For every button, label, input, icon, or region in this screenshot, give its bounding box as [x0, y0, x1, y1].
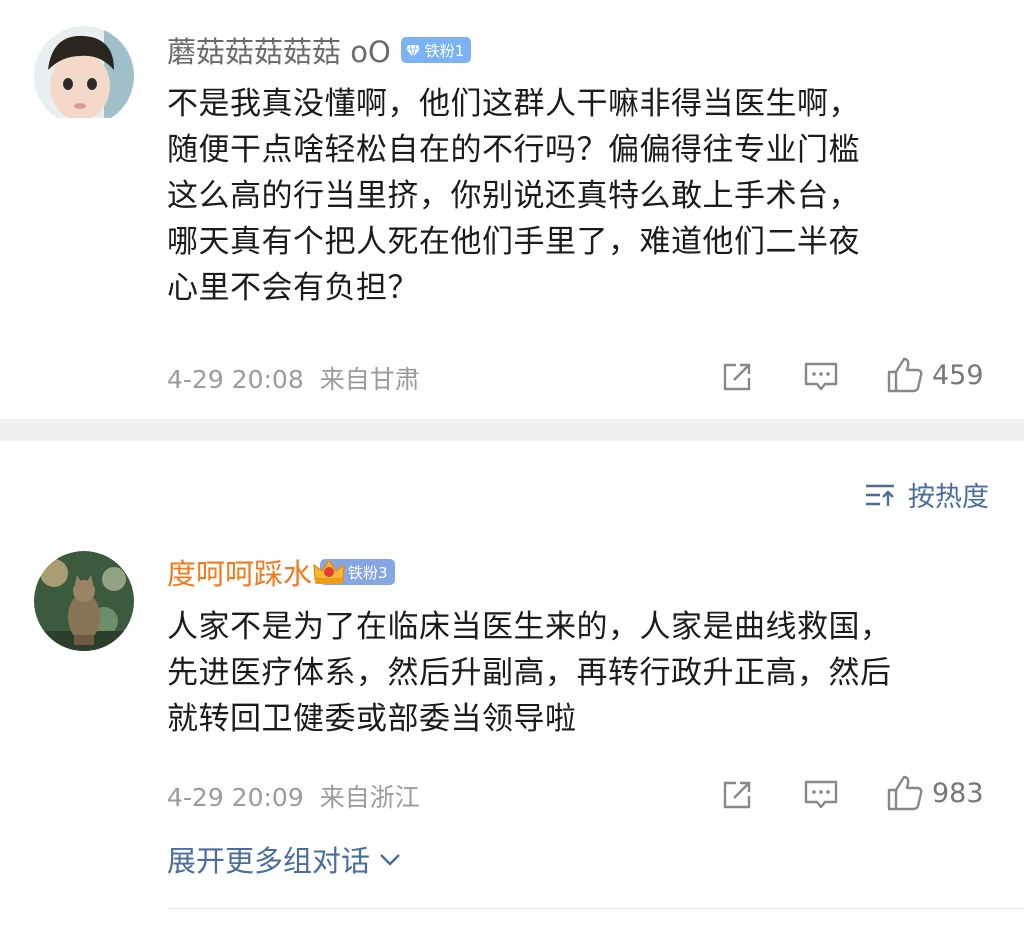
- divider: [167, 908, 1024, 909]
- share-button[interactable]: [720, 778, 754, 812]
- expand-label: 展开更多组对话: [167, 844, 371, 878]
- section-divider: [0, 419, 1024, 441]
- sort-icon: [866, 484, 894, 506]
- crown-icon: [313, 558, 345, 584]
- sort-label: 按热度: [908, 482, 989, 513]
- comment-item: 蘑菇菇菇菇菇 oO 铁粉1 不是我真没懂啊，他们这群人干嘛非得当医生啊， 随便干…: [0, 0, 1024, 419]
- fan-badge[interactable]: 铁粉3: [313, 558, 395, 585]
- reply-button[interactable]: [803, 360, 839, 394]
- thumbs-up-icon: [887, 357, 923, 393]
- comment-meta: 4-29 20:09 来自浙江: [167, 778, 420, 814]
- thumbs-up-icon: [887, 775, 923, 811]
- diamond-icon: [405, 44, 420, 58]
- avatar-image: [34, 26, 134, 126]
- like-button[interactable]: 983: [886, 774, 984, 812]
- comment-location: 来自甘肃: [319, 365, 420, 394]
- like-button[interactable]: 459: [886, 356, 984, 394]
- comment-icon: [804, 362, 838, 391]
- comment-time: 4-29 20:09: [167, 783, 304, 812]
- chevron-down-icon: [380, 854, 400, 866]
- expand-conversation-link[interactable]: 展开更多组对话: [167, 838, 404, 880]
- comment-header: 蘑菇菇菇菇菇 oO 铁粉1: [167, 29, 472, 71]
- username[interactable]: 蘑菇菇菇菇菇 oO: [167, 29, 391, 71]
- sort-button[interactable]: 按热度: [864, 475, 989, 514]
- like-count: 459: [932, 359, 984, 391]
- badge-label: 铁粉3: [348, 563, 388, 582]
- comment-meta: 4-29 20:08 来自甘肃: [167, 360, 420, 396]
- comment-item: 度呵呵踩水 铁粉3 人家不是为了在临床当医生来的，人家是曲线救国， 先进医疗体系…: [0, 530, 1024, 830]
- share-button[interactable]: [720, 360, 754, 394]
- avatar-image: [34, 551, 134, 651]
- comment-time: 4-29 20:08: [167, 365, 304, 394]
- comment-location: 来自浙江: [319, 783, 420, 812]
- comment-text: 不是我真没懂啊，他们这群人干嘛非得当医生啊， 随便干点啥轻松自在的不行吗？偏偏得…: [167, 86, 860, 306]
- avatar[interactable]: [34, 551, 134, 651]
- share-icon: [723, 781, 751, 809]
- like-count: 983: [932, 777, 984, 809]
- reply-button[interactable]: [803, 778, 839, 812]
- share-icon: [723, 363, 751, 391]
- comment-icon: [804, 780, 838, 809]
- comment-header: 度呵呵踩水 铁粉3: [167, 552, 395, 592]
- badge-label: 铁粉1: [424, 41, 465, 60]
- username[interactable]: 度呵呵踩水: [167, 551, 312, 593]
- comment-text: 人家不是为了在临床当医生来的，人家是曲线救国， 先进医疗体系，然后升副高，再转行…: [167, 609, 892, 737]
- fan-badge[interactable]: 铁粉1: [400, 37, 472, 63]
- avatar[interactable]: [34, 26, 134, 126]
